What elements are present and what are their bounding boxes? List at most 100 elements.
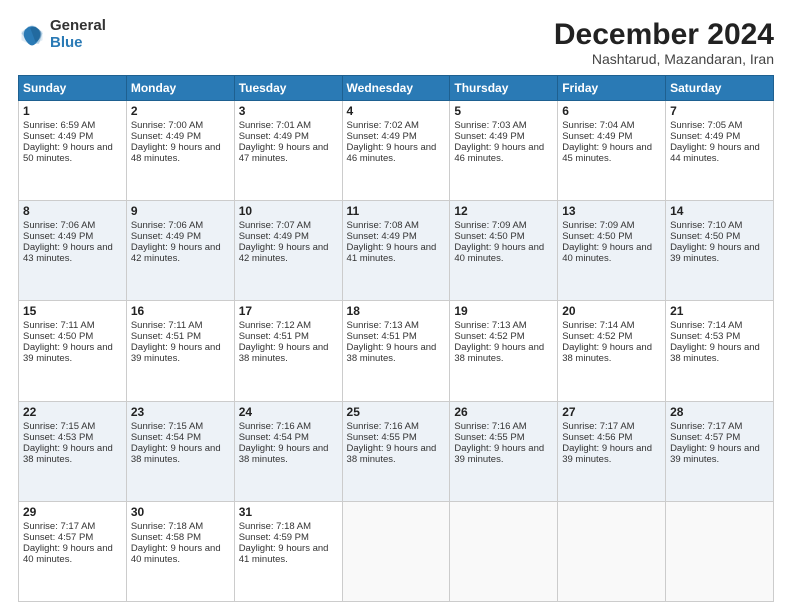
daylight-label: Daylight: 9 hours and 39 minutes. [131,342,221,364]
sunrise-label: Sunrise: 7:18 AM [131,521,203,532]
sunrise-label: Sunrise: 7:15 AM [23,421,95,432]
day-number: 11 [347,204,446,218]
daylight-label: Daylight: 9 hours and 41 minutes. [347,242,437,264]
title-block: December 2024 Nashtarud, Mazandaran, Ira… [554,18,774,67]
calendar-header-row: Sunday Monday Tuesday Wednesday Thursday… [19,76,774,101]
calendar-row-4: 22 Sunrise: 7:15 AM Sunset: 4:53 PM Dayl… [19,401,774,501]
sunset-label: Sunset: 4:51 PM [131,331,201,342]
col-saturday: Saturday [666,76,774,101]
calendar-row-2: 8 Sunrise: 7:06 AM Sunset: 4:49 PM Dayli… [19,201,774,301]
sunrise-label: Sunrise: 7:15 AM [131,421,203,432]
sunset-label: Sunset: 4:49 PM [23,131,93,142]
daylight-label: Daylight: 9 hours and 46 minutes. [347,142,437,164]
sunrise-label: Sunrise: 7:03 AM [454,120,526,131]
daylight-label: Daylight: 9 hours and 48 minutes. [131,142,221,164]
col-tuesday: Tuesday [234,76,342,101]
daylight-label: Daylight: 9 hours and 39 minutes. [454,443,544,465]
day-number: 21 [670,304,769,318]
day-number: 20 [562,304,661,318]
table-cell: 15 Sunrise: 7:11 AM Sunset: 4:50 PM Dayl… [19,301,127,401]
sunrise-label: Sunrise: 7:04 AM [562,120,634,131]
daylight-label: Daylight: 9 hours and 38 minutes. [670,342,760,364]
calendar-row-3: 15 Sunrise: 7:11 AM Sunset: 4:50 PM Dayl… [19,301,774,401]
col-sunday: Sunday [19,76,127,101]
day-number: 18 [347,304,446,318]
table-cell: 4 Sunrise: 7:02 AM Sunset: 4:49 PM Dayli… [342,101,450,201]
sunset-label: Sunset: 4:49 PM [239,131,309,142]
sunset-label: Sunset: 4:51 PM [347,331,417,342]
sunrise-label: Sunrise: 7:09 AM [562,220,634,231]
sunrise-label: Sunrise: 7:17 AM [670,421,742,432]
sunset-label: Sunset: 4:53 PM [23,432,93,443]
table-cell: 8 Sunrise: 7:06 AM Sunset: 4:49 PM Dayli… [19,201,127,301]
day-number: 7 [670,104,769,118]
table-cell: 23 Sunrise: 7:15 AM Sunset: 4:54 PM Dayl… [126,401,234,501]
table-cell: 2 Sunrise: 7:00 AM Sunset: 4:49 PM Dayli… [126,101,234,201]
daylight-label: Daylight: 9 hours and 46 minutes. [454,142,544,164]
daylight-label: Daylight: 9 hours and 39 minutes. [562,443,652,465]
daylight-label: Daylight: 9 hours and 39 minutes. [23,342,113,364]
daylight-label: Daylight: 9 hours and 38 minutes. [347,342,437,364]
day-number: 25 [347,405,446,419]
table-cell: 22 Sunrise: 7:15 AM Sunset: 4:53 PM Dayl… [19,401,127,501]
sunset-label: Sunset: 4:49 PM [347,131,417,142]
table-cell: 14 Sunrise: 7:10 AM Sunset: 4:50 PM Dayl… [666,201,774,301]
sunset-label: Sunset: 4:49 PM [454,131,524,142]
sunset-label: Sunset: 4:53 PM [670,331,740,342]
col-monday: Monday [126,76,234,101]
sunset-label: Sunset: 4:55 PM [454,432,524,443]
sunset-label: Sunset: 4:49 PM [239,231,309,242]
sunrise-label: Sunrise: 7:08 AM [347,220,419,231]
daylight-label: Daylight: 9 hours and 47 minutes. [239,142,329,164]
daylight-label: Daylight: 9 hours and 38 minutes. [454,342,544,364]
day-number: 16 [131,304,230,318]
sunrise-label: Sunrise: 7:16 AM [239,421,311,432]
daylight-label: Daylight: 9 hours and 40 minutes. [131,543,221,565]
day-number: 12 [454,204,553,218]
sunset-label: Sunset: 4:50 PM [562,231,632,242]
sunrise-label: Sunrise: 7:14 AM [562,320,634,331]
sunset-label: Sunset: 4:52 PM [454,331,524,342]
day-number: 23 [131,405,230,419]
sunset-label: Sunset: 4:49 PM [131,131,201,142]
sunrise-label: Sunrise: 7:13 AM [454,320,526,331]
table-cell: 18 Sunrise: 7:13 AM Sunset: 4:51 PM Dayl… [342,301,450,401]
col-friday: Friday [558,76,666,101]
sunset-label: Sunset: 4:50 PM [23,331,93,342]
sunrise-label: Sunrise: 7:07 AM [239,220,311,231]
sunrise-label: Sunrise: 7:13 AM [347,320,419,331]
table-cell: 28 Sunrise: 7:17 AM Sunset: 4:57 PM Dayl… [666,401,774,501]
table-cell: 9 Sunrise: 7:06 AM Sunset: 4:49 PM Dayli… [126,201,234,301]
daylight-label: Daylight: 9 hours and 50 minutes. [23,142,113,164]
daylight-label: Daylight: 9 hours and 39 minutes. [670,443,760,465]
sunrise-label: Sunrise: 7:02 AM [347,120,419,131]
sunset-label: Sunset: 4:49 PM [131,231,201,242]
table-cell: 11 Sunrise: 7:08 AM Sunset: 4:49 PM Dayl… [342,201,450,301]
table-cell [342,501,450,601]
table-cell: 12 Sunrise: 7:09 AM Sunset: 4:50 PM Dayl… [450,201,558,301]
daylight-label: Daylight: 9 hours and 41 minutes. [239,543,329,565]
day-number: 3 [239,104,338,118]
table-cell: 26 Sunrise: 7:16 AM Sunset: 4:55 PM Dayl… [450,401,558,501]
logo: General Blue [18,18,106,51]
calendar-row-5: 29 Sunrise: 7:17 AM Sunset: 4:57 PM Dayl… [19,501,774,601]
sunset-label: Sunset: 4:51 PM [239,331,309,342]
table-cell: 1 Sunrise: 6:59 AM Sunset: 4:49 PM Dayli… [19,101,127,201]
sunset-label: Sunset: 4:52 PM [562,331,632,342]
sunset-label: Sunset: 4:54 PM [239,432,309,443]
day-number: 22 [23,405,122,419]
day-number: 14 [670,204,769,218]
daylight-label: Daylight: 9 hours and 44 minutes. [670,142,760,164]
sunset-label: Sunset: 4:49 PM [23,231,93,242]
table-cell: 24 Sunrise: 7:16 AM Sunset: 4:54 PM Dayl… [234,401,342,501]
table-cell: 16 Sunrise: 7:11 AM Sunset: 4:51 PM Dayl… [126,301,234,401]
sunrise-label: Sunrise: 7:10 AM [670,220,742,231]
table-cell: 13 Sunrise: 7:09 AM Sunset: 4:50 PM Dayl… [558,201,666,301]
table-cell: 31 Sunrise: 7:18 AM Sunset: 4:59 PM Dayl… [234,501,342,601]
calendar-row-1: 1 Sunrise: 6:59 AM Sunset: 4:49 PM Dayli… [19,101,774,201]
sunrise-label: Sunrise: 7:16 AM [347,421,419,432]
day-number: 17 [239,304,338,318]
sunrise-label: Sunrise: 7:14 AM [670,320,742,331]
table-cell: 21 Sunrise: 7:14 AM Sunset: 4:53 PM Dayl… [666,301,774,401]
sunset-label: Sunset: 4:57 PM [23,532,93,543]
